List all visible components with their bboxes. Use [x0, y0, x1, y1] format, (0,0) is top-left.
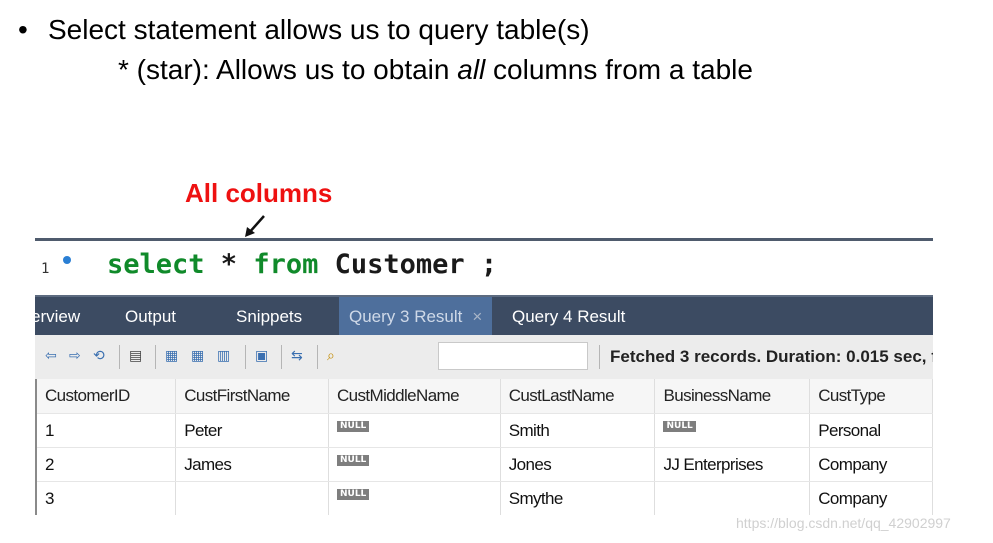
- close-tab-icon[interactable]: ×: [472, 307, 482, 326]
- table-name: Customer ;: [318, 249, 498, 280]
- tab-query-4-label: Query 4 Result: [512, 307, 626, 326]
- star-operator: *: [204, 249, 254, 280]
- bullet-symbol: •: [18, 14, 28, 45]
- cell-middle-name[interactable]: NULL: [328, 447, 501, 482]
- cell-middle-name[interactable]: NULL: [328, 481, 501, 515]
- result-grid: CustomerID CustFirstName CustMiddleName …: [35, 379, 933, 515]
- keyword-select: select: [107, 249, 205, 280]
- tab-overview[interactable]: erview: [35, 297, 80, 337]
- annotation-arrow-icon: [245, 215, 265, 237]
- table-row[interactable]: 2 James NULL Jones JJ Enterprises Compan…: [35, 447, 933, 482]
- arrow-left-icon[interactable]: ⇦: [45, 348, 57, 364]
- sub-bullet-emphasis: all: [457, 54, 486, 85]
- cell-cust-type[interactable]: Company: [809, 447, 933, 482]
- bullet-line: • Select statement allows us to query tab…: [18, 14, 590, 46]
- sql-code-line[interactable]: select * from Customer ;: [107, 249, 497, 280]
- sub-bullet-prefix: * (star): Allows us to obtain: [118, 54, 458, 85]
- cell-business-name[interactable]: NULL: [654, 413, 811, 448]
- table-row[interactable]: 3 NULL Smythe Company: [35, 481, 933, 515]
- tab-query-3-result[interactable]: Query 3 Result ×: [339, 297, 493, 337]
- watermark: https://blog.csdn.net/qq_42902997: [736, 515, 951, 531]
- cell-business-name[interactable]: JJ Enterprises: [654, 447, 811, 482]
- table-row[interactable]: 1 Peter NULL Smith NULL Personal: [35, 413, 933, 448]
- export-icon[interactable]: ▣: [255, 348, 268, 364]
- cell-customer-id[interactable]: 2: [35, 447, 177, 482]
- cell-cust-type[interactable]: Personal: [809, 413, 933, 448]
- cell-customer-id[interactable]: 3: [35, 481, 177, 515]
- null-badge: NULL: [663, 420, 696, 432]
- cell-cust-type[interactable]: Company: [809, 481, 933, 515]
- fetch-status: Fetched 3 records. Duration: 0.015 sec, …: [610, 347, 933, 366]
- null-badge: NULL: [336, 420, 370, 432]
- column-header[interactable]: CustomerID: [35, 379, 177, 414]
- tab-output-label: Output: [125, 307, 177, 326]
- cell-first-name[interactable]: Peter: [175, 413, 329, 448]
- tab-output[interactable]: Output: [125, 297, 176, 337]
- line-marker-icon: [63, 256, 71, 264]
- insert-row-icon[interactable]: ▦: [191, 348, 204, 364]
- cell-last-name[interactable]: Smythe: [500, 481, 656, 515]
- cell-first-name[interactable]: [175, 481, 329, 515]
- header-row: CustomerID CustFirstName CustMiddleName …: [35, 379, 933, 414]
- sub-bullet-suffix: columns from a table: [485, 54, 753, 85]
- column-header[interactable]: CustLastName: [500, 379, 656, 414]
- tab-query-4-result[interactable]: Query 4 Result: [512, 297, 625, 337]
- result-tab-bar: erview Output Snippets Query 3 Result × Q…: [35, 295, 933, 337]
- cell-last-name[interactable]: Smith: [500, 413, 656, 448]
- tab-snippets[interactable]: Snippets: [236, 297, 302, 337]
- edit-rows-icon[interactable]: ▦: [165, 348, 178, 364]
- column-header[interactable]: CustMiddleName: [328, 379, 501, 414]
- refresh-icon[interactable]: ⟲: [93, 348, 105, 364]
- arrow-right-icon[interactable]: ⇨: [69, 348, 81, 364]
- cell-customer-id[interactable]: 1: [35, 413, 177, 448]
- null-badge: NULL: [336, 488, 370, 500]
- column-header[interactable]: CustFirstName: [175, 379, 329, 414]
- column-header[interactable]: CustType: [809, 379, 933, 414]
- cell-business-name[interactable]: [654, 481, 811, 515]
- null-badge: NULL: [336, 454, 370, 466]
- sql-editor[interactable]: 1 select * from Customer ;: [35, 238, 933, 293]
- tab-overview-label: erview: [35, 307, 81, 326]
- result-toolbar: ⇦ ⇨ ⟲ ▤ ▦ ▦ ▥ ▣ ⇆ ⌕ Fetched 3 records. D…: [35, 335, 933, 380]
- delete-row-icon[interactable]: ▥: [217, 348, 230, 364]
- cell-last-name[interactable]: Jones: [500, 447, 656, 482]
- tab-snippets-label: Snippets: [236, 307, 303, 326]
- line-number: 1: [41, 261, 50, 277]
- bullet-text: Select statement allows us to query tabl…: [48, 14, 590, 45]
- keyword-from: from: [253, 249, 319, 280]
- tab-query-3-label: Query 3 Result: [349, 307, 463, 326]
- search-icon[interactable]: ⌕: [327, 348, 335, 364]
- all-columns-annotation: All columns: [185, 178, 333, 208]
- cell-middle-name[interactable]: NULL: [328, 413, 501, 448]
- cell-first-name[interactable]: James: [175, 447, 329, 482]
- wrap-cells-icon[interactable]: ⇆: [291, 348, 303, 364]
- sub-bullet-line: * (star): Allows us to obtain all column…: [118, 54, 753, 86]
- filter-input[interactable]: [438, 342, 588, 370]
- text-format-icon[interactable]: ▤: [129, 348, 142, 364]
- column-header[interactable]: BusinessName: [654, 379, 811, 414]
